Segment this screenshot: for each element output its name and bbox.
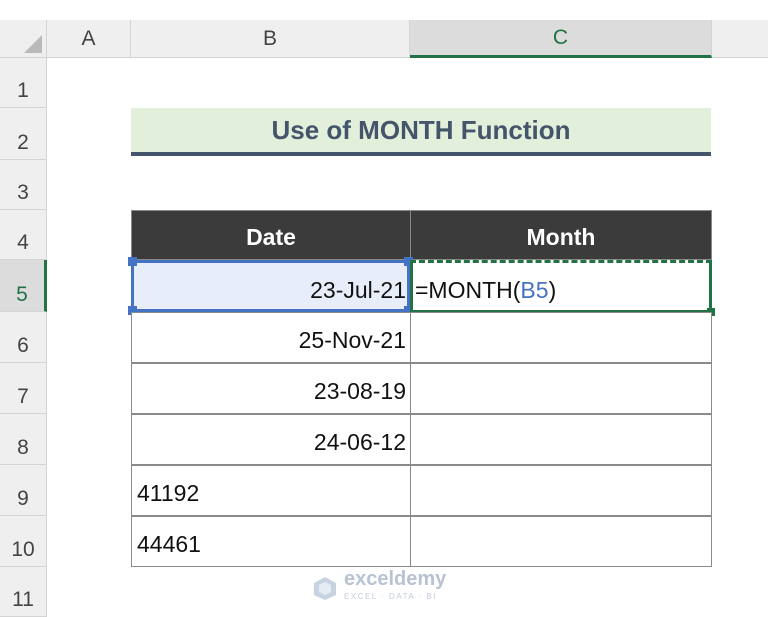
cell-b9[interactable]: 41192 bbox=[131, 465, 411, 516]
cell-c9[interactable] bbox=[410, 465, 712, 516]
row-header-10[interactable]: 10 bbox=[0, 516, 47, 567]
formula-prefix: =MONTH( bbox=[415, 277, 521, 303]
row-header-11[interactable]: 11 bbox=[0, 567, 47, 617]
watermark-tagline: EXCEL · DATA · BI bbox=[344, 592, 437, 601]
column-header-b[interactable]: B bbox=[131, 20, 410, 58]
row-header-8[interactable]: 8 bbox=[0, 414, 47, 465]
column-header-a[interactable]: A bbox=[47, 20, 131, 58]
select-all-icon bbox=[24, 35, 42, 53]
row-header-3[interactable]: 3 bbox=[0, 160, 47, 210]
sheet-title[interactable]: Use of MONTH Function bbox=[131, 108, 711, 156]
column-header-c[interactable]: C bbox=[410, 20, 712, 58]
row-header-2[interactable]: 2 bbox=[0, 108, 47, 160]
watermark-name: exceldemy bbox=[344, 568, 447, 590]
exceldemy-watermark: exceldemy EXCEL · DATA · BI bbox=[312, 568, 462, 606]
cell-b10[interactable]: 44461 bbox=[131, 516, 411, 567]
row-header-6[interactable]: 6 bbox=[0, 312, 47, 363]
cell-b8[interactable]: 24-06-12 bbox=[131, 414, 411, 465]
cell-c6[interactable] bbox=[410, 312, 712, 363]
select-all-corner[interactable] bbox=[0, 20, 47, 58]
row-header-4[interactable]: 4 bbox=[0, 210, 47, 260]
cell-c8[interactable] bbox=[410, 414, 712, 465]
exceldemy-logo-icon bbox=[314, 577, 336, 600]
cell-c10[interactable] bbox=[410, 516, 712, 567]
formula-reference: B5 bbox=[520, 277, 549, 303]
cell-b7[interactable]: 23-08-19 bbox=[131, 363, 411, 414]
row-header-9[interactable]: 9 bbox=[0, 465, 47, 516]
row-header-1[interactable]: 1 bbox=[0, 58, 47, 108]
cell-b5[interactable]: 23-Jul-21 bbox=[131, 260, 410, 312]
cell-b6[interactable]: 25-Nov-21 bbox=[131, 312, 411, 363]
column-header-blank[interactable] bbox=[712, 20, 768, 58]
cell-c5-formula[interactable]: =MONTH(B5) bbox=[415, 260, 556, 312]
table-header-date[interactable]: Date bbox=[131, 210, 411, 260]
formula-suffix: ) bbox=[548, 277, 557, 303]
table-header-month[interactable]: Month bbox=[410, 210, 712, 260]
cell-c7[interactable] bbox=[410, 363, 712, 414]
row-header-7[interactable]: 7 bbox=[0, 363, 47, 414]
watermark-text: exceldemy EXCEL · DATA · BI bbox=[344, 568, 447, 606]
row-header-5[interactable]: 5 bbox=[0, 260, 47, 312]
